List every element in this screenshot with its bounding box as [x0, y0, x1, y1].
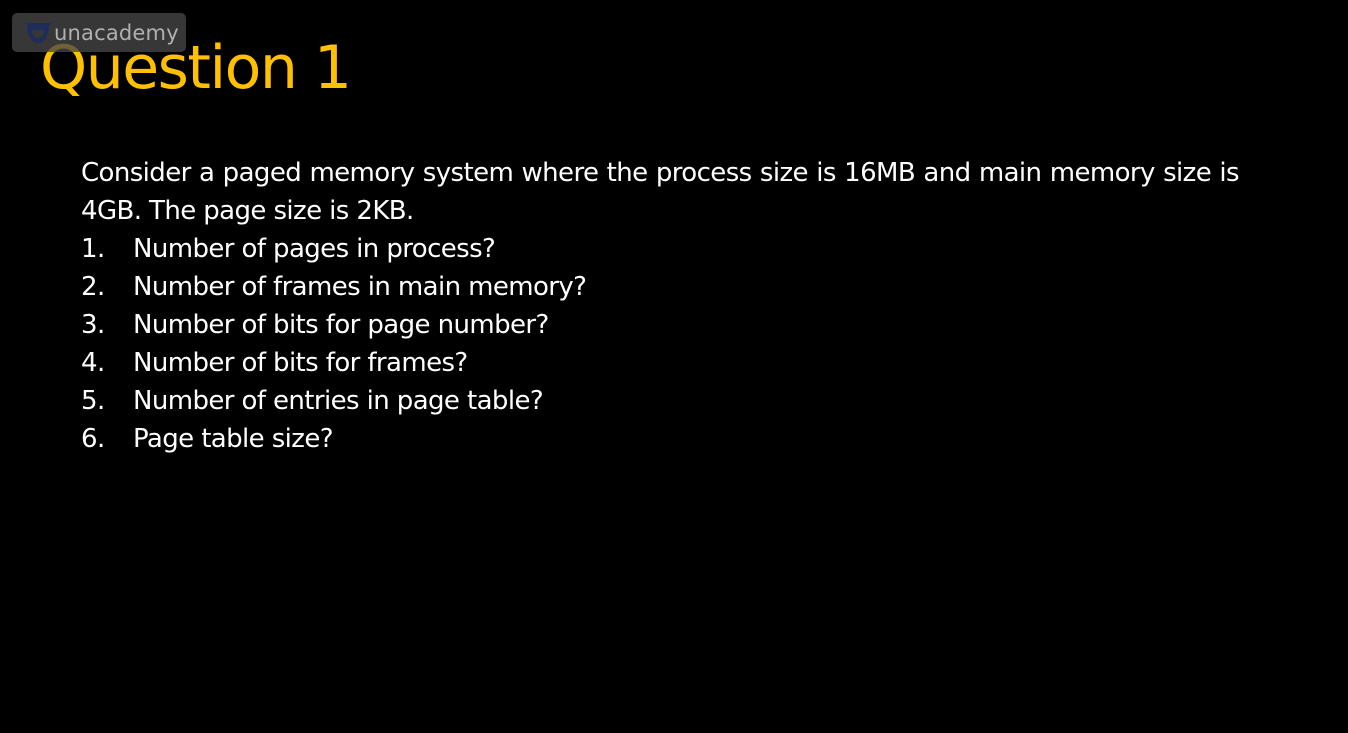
question-list: 1. Number of pages in process? 2. Number… [81, 230, 587, 458]
list-item: 3. Number of bits for page number? [81, 306, 586, 344]
list-item-text: Page table size? [133, 424, 334, 454]
list-item-text: Number of bits for page number? [133, 310, 549, 340]
list-item-text: Number of bits for frames? [133, 348, 468, 378]
slide: unacademy Question 1 Consider a paged me… [0, 0, 1348, 733]
list-item-number: 4. [81, 348, 105, 378]
list-item-text: Number of frames in main memory? [133, 272, 587, 302]
list-item: 2. Number of frames in main memory? [81, 268, 587, 306]
list-item: 6. Page table size? [81, 420, 586, 458]
list-item: 1. Number of pages in process? [81, 230, 586, 268]
watermark-brand-text: unacademy [54, 20, 179, 45]
list-item-text: Number of entries in page table? [133, 386, 544, 416]
list-item-number: 1. [81, 234, 105, 264]
list-item: 4. Number of bits for frames? [81, 344, 586, 382]
unacademy-logo-icon [24, 21, 52, 45]
list-item-text: Number of pages in process? [133, 234, 496, 264]
list-item-number: 2. [81, 272, 105, 302]
list-item-number: 5. [81, 386, 105, 416]
list-item-number: 6. [81, 424, 105, 454]
list-item-number: 3. [81, 310, 105, 340]
question-text: Consider a paged memory system where the… [81, 158, 1240, 226]
unacademy-watermark: unacademy [12, 13, 186, 52]
list-item: 5. Number of entries in page table? [81, 382, 586, 420]
